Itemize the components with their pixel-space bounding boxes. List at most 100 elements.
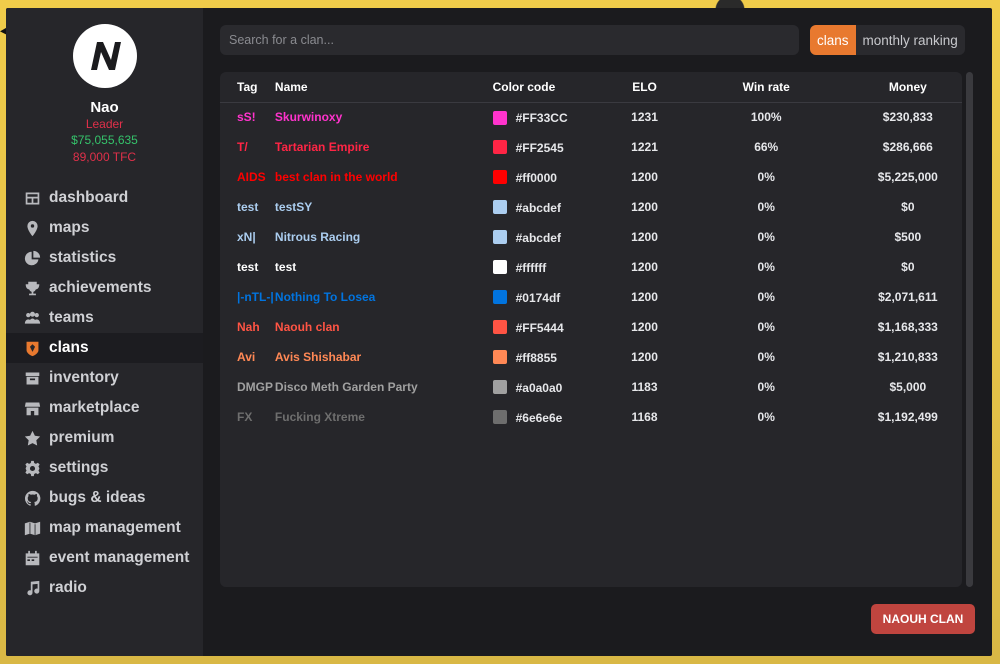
clan-name: Disco Meth Garden Party [274, 380, 418, 394]
table-row[interactable]: sS! Skurwinoxy #FF33CC 1231 100% $230,833 [220, 102, 962, 132]
my-clan-button[interactable]: NAOUH CLAN [871, 604, 975, 634]
color-code: #0174df [515, 290, 561, 305]
clan-money: $286,666 [882, 140, 933, 154]
clan-win-rate: 0% [757, 170, 775, 184]
clan-tag: Nah [237, 320, 260, 334]
sidebar-item-label: teams [49, 309, 94, 326]
color-swatch [492, 140, 507, 155]
header-tag[interactable]: Tag [220, 72, 275, 103]
profile-role: Leader [85, 117, 124, 131]
color-swatch [492, 230, 507, 245]
color-code: #FF33CC [515, 110, 568, 125]
header-money[interactable]: Money [853, 72, 962, 103]
clan-win-rate: 0% [757, 200, 775, 214]
table-row[interactable]: AIDS best clan in the world #ff0000 1200 0% $… [220, 162, 962, 192]
clan-money: $0 [901, 200, 915, 214]
clan-name: testSY [274, 200, 313, 214]
color-swatch [492, 380, 507, 395]
clan-elo: 1231 [631, 110, 658, 125]
color-code-cell: #abcdef [492, 192, 611, 222]
color-code: #abcdef [515, 200, 561, 215]
header-elo[interactable]: ELO [610, 72, 679, 103]
sidebar-item-dashboard[interactable]: dashboard [6, 183, 203, 213]
github-icon [23, 489, 41, 507]
header-name[interactable]: Name [274, 72, 493, 103]
sidebar-nav: dashboard maps statistics achievements teams… [6, 183, 203, 603]
table-row[interactable]: |-nTL-| Nothing To Losea #0174df 1200 0% $2,0… [220, 282, 962, 312]
sidebar-item-label: statistics [49, 249, 117, 266]
clan-win-rate: 100% [750, 110, 782, 125]
clan-tag: test [237, 260, 259, 274]
clan-elo: 1183 [631, 380, 658, 394]
clan-money: $0 [901, 260, 915, 274]
clan-elo: 1200 [631, 290, 658, 304]
clan-elo: 1200 [631, 350, 658, 364]
table-scrollbar[interactable] [966, 72, 973, 587]
table-row[interactable]: DMGP Disco Meth Garden Party #a0a0a0 1183 0%… [220, 372, 962, 402]
star-icon [23, 429, 41, 447]
clan-tag: T/ [237, 140, 248, 154]
clan-money: $5,225,000 [877, 170, 938, 184]
clan-name: Fucking Xtreme [274, 410, 365, 424]
color-code: #ff0000 [515, 170, 557, 185]
color-code-cell: #a0a0a0 [492, 372, 611, 402]
table-row[interactable]: Nah Naouh clan #FF5444 1200 0% $1,168,333 [220, 312, 962, 342]
sidebar-item-label: map management [49, 519, 181, 536]
color-code-cell: #ff0000 [492, 162, 611, 192]
color-code: #6e6e6e [515, 410, 563, 425]
header-win-rate[interactable]: Win rate [678, 72, 854, 103]
profile-money: $75,055,635 [71, 133, 138, 147]
clan-name: Nitrous Racing [274, 230, 361, 244]
music-note-icon [23, 579, 41, 597]
table-row[interactable]: test test #ffffff 1200 0% $0 [220, 252, 962, 282]
sidebar-item-settings[interactable]: settings [6, 453, 203, 483]
color-swatch [492, 260, 507, 275]
clan-win-rate: 0% [757, 380, 775, 394]
sidebar-item-bugs-ideas[interactable]: bugs & ideas [6, 483, 203, 513]
color-code: #ff8855 [515, 350, 557, 365]
avatar[interactable] [73, 24, 137, 88]
sidebar-item-clans[interactable]: clans [6, 333, 203, 363]
sidebar-item-label: bugs & ideas [49, 489, 146, 506]
sidebar-item-map-management[interactable]: map management [6, 513, 203, 543]
table-row[interactable]: test testSY #abcdef 1200 0% $0 [220, 192, 962, 222]
header-color-code[interactable]: Color code [492, 72, 611, 103]
table-row[interactable]: T/Tartarian Empire #FF2545 1221 66% $286,666 [220, 132, 962, 162]
clan-win-rate: 0% [757, 410, 775, 424]
table-row[interactable]: FX Fucking Xtreme #6e6e6e 1168 0% $1,192,499 [220, 402, 962, 432]
sidebar-item-label: dashboard [49, 189, 129, 206]
sidebar-item-maps[interactable]: maps [6, 213, 203, 243]
sidebar-item-marketplace[interactable]: marketplace [6, 393, 203, 423]
clan-elo: 1200 [631, 200, 658, 214]
sidebar-item-radio[interactable]: radio [6, 573, 203, 603]
color-code: #FF5444 [515, 320, 564, 335]
clan-money: $1,210,833 [877, 350, 938, 364]
clan-name: Naouh clan [274, 320, 340, 334]
trophy-icon [23, 279, 41, 297]
color-swatch [492, 200, 507, 215]
clan-tag: DMGP [237, 380, 273, 394]
table-header-row: Tag Name Color code ELO Win rate Money [220, 72, 962, 103]
clan-money: $1,168,333 [877, 320, 938, 334]
clan-shield-icon [23, 339, 41, 357]
color-swatch [492, 110, 507, 125]
sidebar-item-label: clans [49, 339, 89, 356]
sidebar-item-inventory[interactable]: inventory [6, 363, 203, 393]
sidebar-item-teams[interactable]: teams [6, 303, 203, 333]
tab-monthly-ranking[interactable]: monthly ranking [856, 25, 965, 55]
sidebar-item-achievements[interactable]: achievements [6, 273, 203, 303]
sidebar-item-label: maps [49, 219, 90, 236]
table-row[interactable]: xN| Nitrous Racing #abcdef 1200 0% $500 [220, 222, 962, 252]
tab-clans[interactable]: clans [810, 25, 856, 55]
map-manage-icon [23, 519, 41, 537]
clan-money: $230,833 [882, 110, 933, 125]
calendar-icon [23, 549, 41, 567]
search-input[interactable] [220, 25, 799, 55]
sidebar-item-event-management[interactable]: event management [6, 543, 203, 573]
clan-name: Nothing To Losea [274, 290, 376, 304]
sidebar-item-statistics[interactable]: statistics [6, 243, 203, 273]
table-row[interactable]: Avi Avis Shishabar #ff8855 1200 0% $1,210,833 [220, 342, 962, 372]
sidebar-item-premium[interactable]: premium [6, 423, 203, 453]
app-window: Nao Leader $75,055,635 89,000 TFC dashbo… [6, 8, 992, 656]
clan-name: Avis Shishabar [274, 350, 362, 364]
